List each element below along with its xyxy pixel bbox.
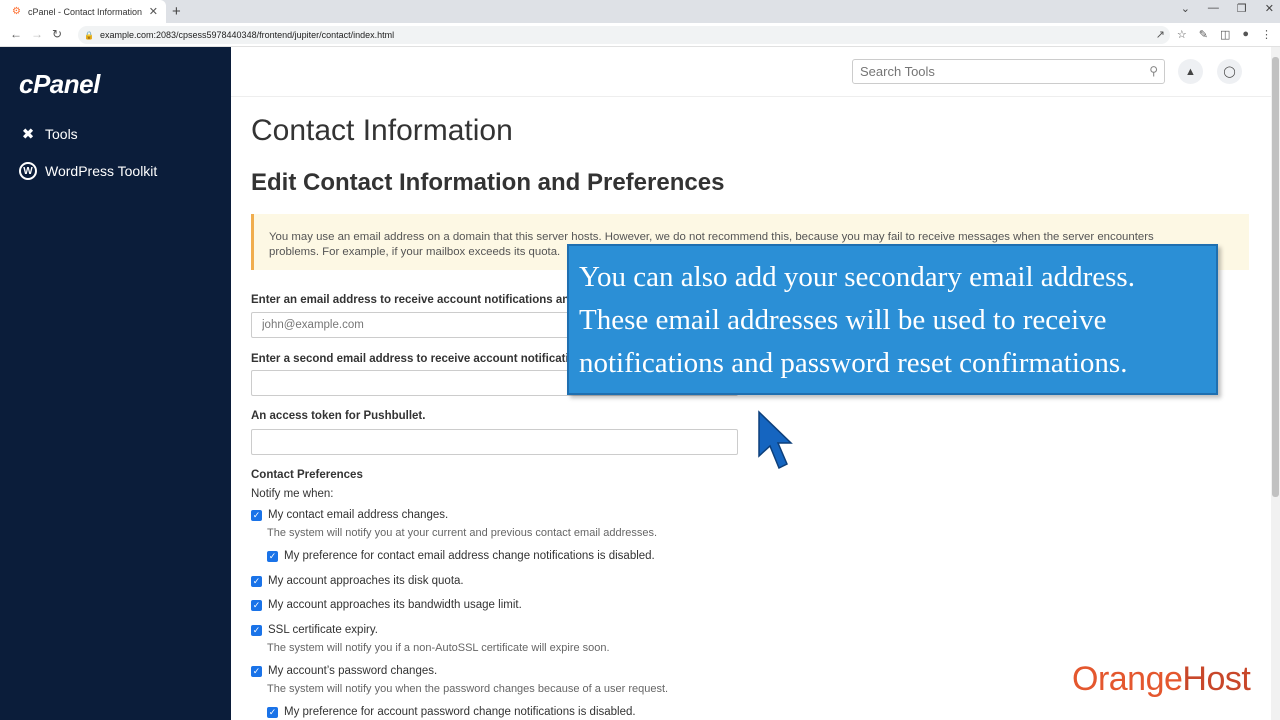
bookmark-star-icon[interactable]: ☆ bbox=[1177, 28, 1187, 41]
address-bar: ← → ↻ 🔒 example.com:2083/cpsess597844034… bbox=[0, 23, 1280, 47]
tab-title: cPanel - Contact Information bbox=[28, 6, 143, 17]
user-account-icon[interactable]: ◯ bbox=[1217, 59, 1242, 84]
checkbox-bandwidth-limit[interactable]: ✓ My account approaches its bandwidth us… bbox=[251, 599, 522, 611]
url-field[interactable]: 🔒 example.com:2083/cpsess5978440348/fron… bbox=[78, 26, 1170, 44]
checkbox-hint: The system will notify you if a non-Auto… bbox=[267, 642, 610, 654]
mouse-cursor-icon bbox=[758, 410, 793, 470]
warning-text-line1: You may use an email address on a domain… bbox=[269, 231, 1154, 243]
callout-line1: You can also add your secondary email ad… bbox=[579, 261, 1135, 293]
orangehost-watermark-logo: OrangeHost bbox=[1072, 660, 1251, 698]
checkbox-label: My account approaches its bandwidth usag… bbox=[268, 599, 522, 611]
checkbox-contact-email-pref-disabled[interactable]: ✓ My preference for contact email addres… bbox=[267, 550, 655, 562]
checkbox-label: My contact email address changes. bbox=[268, 509, 449, 521]
wordpress-icon: W bbox=[19, 162, 37, 180]
extensions-icon[interactable]: ✎ bbox=[1199, 28, 1208, 41]
notifications-bell-icon[interactable]: ▲ bbox=[1178, 59, 1203, 84]
checkbox-password-pref-disabled[interactable]: ✓ My preference for account password cha… bbox=[267, 706, 636, 718]
second-email-label: Enter a second email address to receive … bbox=[251, 353, 569, 365]
back-icon[interactable]: ← bbox=[10, 27, 22, 41]
reload-icon[interactable]: ↻ bbox=[52, 27, 62, 41]
sidebar: cPanel ✖ Tools W WordPress Toolkit bbox=[0, 47, 231, 720]
notify-label: Notify me when: bbox=[251, 488, 334, 500]
pushbullet-label: An access token for Pushbullet. bbox=[251, 410, 426, 422]
checkbox-checked-icon[interactable]: ✓ bbox=[251, 599, 262, 611]
checkbox-label: SSL certificate expiry. bbox=[268, 624, 378, 636]
scroll-thumb[interactable] bbox=[1272, 57, 1279, 497]
checkbox-checked-icon[interactable]: ✓ bbox=[251, 575, 262, 587]
browser-tab[interactable]: ⚙ cPanel - Contact Information ✕ bbox=[0, 0, 166, 23]
section-title: Edit Contact Information and Preferences bbox=[251, 169, 725, 196]
callout-line2: These email addresses will be used to re… bbox=[579, 304, 1107, 336]
browser-tab-bar: ⚙ cPanel - Contact Information ✕ + ⌄ — ❐… bbox=[0, 0, 1280, 23]
checkbox-hint: The system will notify you at your curre… bbox=[267, 527, 658, 539]
sidebar-item-label: Tools bbox=[45, 126, 78, 142]
sidebar-item-wordpress-toolkit[interactable]: W WordPress Toolkit bbox=[19, 162, 157, 180]
checkbox-checked-icon[interactable]: ✓ bbox=[267, 706, 278, 718]
tab-search-icon[interactable]: ⌄ bbox=[1181, 2, 1190, 15]
search-tools[interactable]: ⚲ bbox=[852, 59, 1165, 84]
cpanel-favicon-icon: ⚙ bbox=[12, 5, 21, 17]
checkbox-checked-icon[interactable]: ✓ bbox=[251, 665, 262, 677]
window-controls: ⌄ — ❐ ✕ bbox=[1181, 2, 1274, 15]
close-tab-icon[interactable]: ✕ bbox=[149, 5, 158, 18]
lock-icon: 🔒 bbox=[84, 30, 94, 40]
checkbox-disk-quota[interactable]: ✓ My account approaches its disk quota. bbox=[251, 575, 464, 587]
url-text: example.com:2083/cpsess5978440348/fronte… bbox=[99, 30, 395, 40]
forward-icon[interactable]: → bbox=[31, 27, 43, 41]
checkbox-password-change[interactable]: ✓ My account’s password changes. bbox=[251, 665, 437, 677]
search-input[interactable] bbox=[860, 64, 1140, 79]
top-header: ⚲ ▲ ◯ bbox=[231, 47, 1271, 97]
checkbox-label: My account approaches its disk quota. bbox=[268, 575, 464, 587]
browser-toolbar-icons: ↗ ☆ ✎ ◫ ● ⋮ bbox=[1156, 28, 1272, 41]
tools-icon: ✖ bbox=[21, 126, 35, 143]
tutorial-callout: You can also add your secondary email ad… bbox=[567, 244, 1218, 395]
search-icon[interactable]: ⚲ bbox=[1149, 64, 1158, 78]
checkbox-label: My preference for contact email address … bbox=[284, 550, 655, 562]
sidebar-item-label: WordPress Toolkit bbox=[45, 163, 158, 179]
checkbox-checked-icon[interactable]: ✓ bbox=[267, 550, 278, 562]
page-scrollbar[interactable] bbox=[1271, 47, 1280, 720]
profile-icon[interactable]: ● bbox=[1242, 28, 1249, 41]
close-window-icon[interactable]: ✕ bbox=[1265, 2, 1274, 15]
checkbox-ssl-expiry[interactable]: ✓ SSL certificate expiry. bbox=[251, 624, 378, 636]
checkbox-hint: The system will notify you when the pass… bbox=[267, 683, 669, 695]
page-title: Contact Information bbox=[251, 114, 513, 147]
sidebar-item-tools[interactable]: ✖ Tools bbox=[19, 125, 78, 143]
contact-preferences-title: Contact Preferences bbox=[251, 469, 363, 481]
email-label: Enter an email address to receive accoun… bbox=[251, 294, 570, 306]
new-tab-icon[interactable]: + bbox=[172, 3, 181, 20]
share-icon[interactable]: ↗ bbox=[1156, 28, 1165, 41]
restore-icon[interactable]: ❐ bbox=[1237, 2, 1247, 15]
callout-line3: notifications and password reset confirm… bbox=[579, 347, 1128, 379]
cpanel-logo[interactable]: cPanel bbox=[19, 69, 100, 100]
checkbox-label: My preference for account password chang… bbox=[284, 706, 636, 718]
checkbox-checked-icon[interactable]: ✓ bbox=[251, 624, 262, 636]
side-panel-icon[interactable]: ◫ bbox=[1220, 28, 1230, 41]
pushbullet-token-field[interactable] bbox=[251, 429, 738, 455]
minimize-icon[interactable]: — bbox=[1208, 2, 1219, 15]
browser-menu-icon[interactable]: ⋮ bbox=[1261, 28, 1272, 41]
checkbox-contact-email-change[interactable]: ✓ My contact email address changes. bbox=[251, 509, 448, 521]
checkbox-label: My account’s password changes. bbox=[268, 665, 438, 677]
checkbox-checked-icon[interactable]: ✓ bbox=[251, 509, 262, 521]
